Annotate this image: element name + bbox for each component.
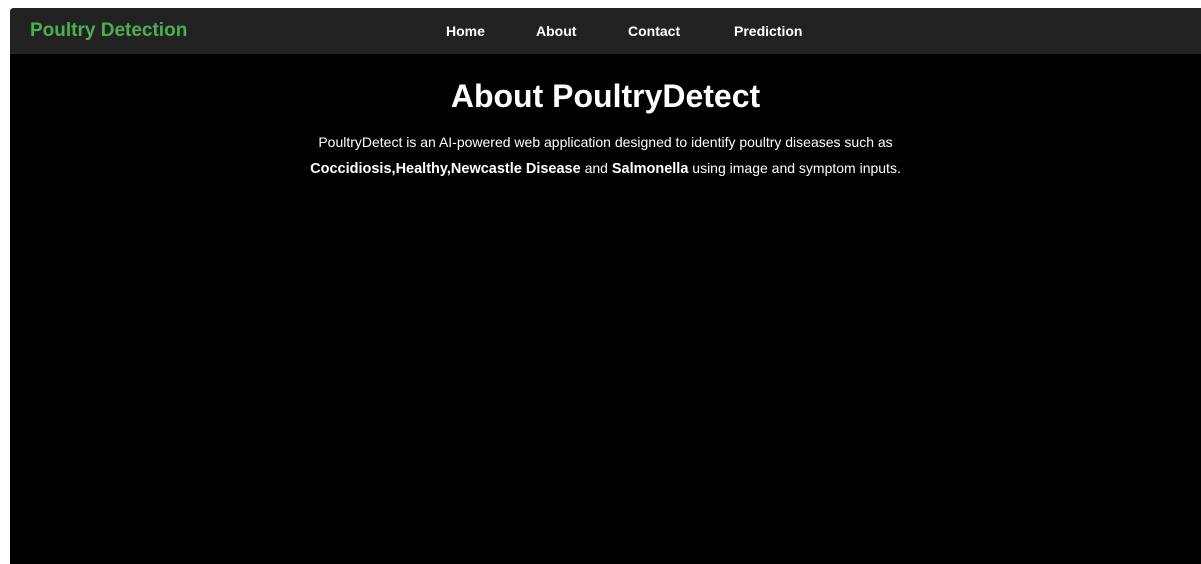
disease-healthy: Healthy [395, 161, 447, 177]
nav-link-about[interactable]: About [536, 8, 576, 54]
nav-link-home[interactable]: Home [446, 8, 485, 54]
page-title: About PoultryDetect [450, 78, 761, 114]
navbar: Poultry Detection Home About Contact Pre… [10, 8, 1201, 54]
disease-coccidiosis: Coccidiosis [310, 161, 392, 177]
about-description: PoultryDetect is an AI-powered web appli… [306, 129, 906, 182]
nav-links: Home About Contact Prediction [10, 8, 1201, 54]
nav-link-prediction[interactable]: Prediction [734, 8, 802, 54]
separator-and: and [580, 160, 612, 176]
app-frame: Poultry Detection Home About Contact Pre… [10, 8, 1201, 564]
about-section: About PoultryDetect PoultryDetect is an … [10, 54, 1201, 182]
description-outro: using image and symptom inputs. [688, 160, 901, 176]
disease-newcastle: Newcastle Disease [450, 161, 581, 177]
disease-salmonella: Salmonella [611, 161, 689, 177]
nav-link-contact[interactable]: Contact [628, 8, 680, 54]
description-intro: PoultryDetect is an AI-powered web appli… [318, 134, 893, 150]
